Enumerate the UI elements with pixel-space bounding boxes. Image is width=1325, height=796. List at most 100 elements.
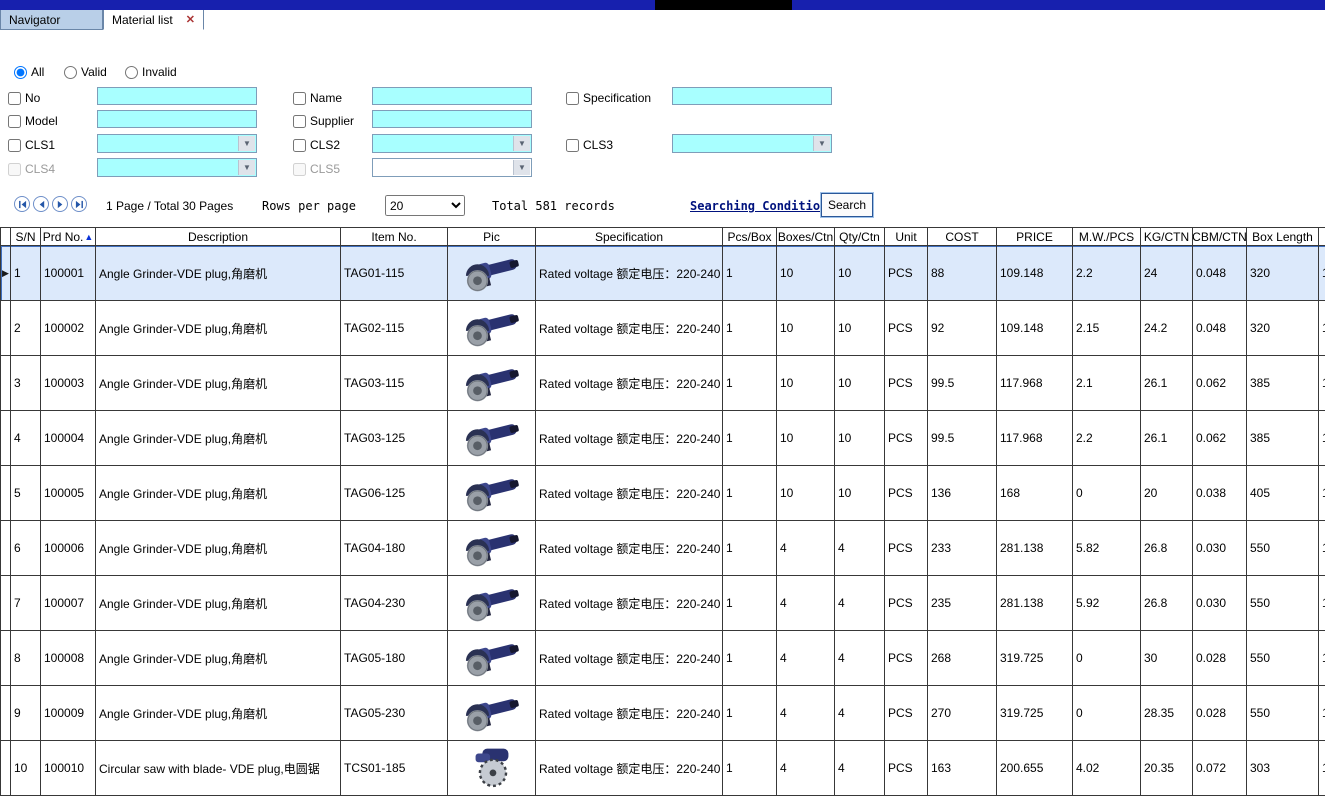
- radio-invalid[interactable]: Invalid: [125, 62, 177, 82]
- column-header-cbm_ctn[interactable]: CBM/CTN: [1193, 228, 1247, 246]
- last-page-button[interactable]: [71, 196, 87, 212]
- radio-all[interactable]: All: [14, 62, 44, 82]
- column-header-box_length[interactable]: Box Length: [1247, 228, 1319, 246]
- cell-description: Angle Grinder-VDE plug,角磨机: [96, 301, 341, 356]
- tab-material-list[interactable]: Material list ✕: [103, 10, 204, 30]
- cell-item_no: TAG04-230: [341, 576, 448, 631]
- radio-valid[interactable]: Valid: [64, 62, 107, 82]
- chevron-down-icon[interactable]: ▼: [238, 136, 255, 151]
- checkbox-cls4-input: [8, 163, 21, 176]
- rows-per-page-select[interactable]: 20: [385, 195, 465, 216]
- next-page-button[interactable]: [52, 196, 68, 212]
- row-selector: [1, 686, 11, 741]
- first-page-button[interactable]: [14, 196, 30, 212]
- table-row[interactable]: 6100006Angle Grinder-VDE plug,角磨机TAG04-1…: [1, 521, 1325, 576]
- column-header-unit[interactable]: Unit: [885, 228, 928, 246]
- checkbox-supplier[interactable]: Supplier: [293, 111, 354, 131]
- name-field[interactable]: [372, 87, 532, 105]
- next-page-icon: [56, 200, 65, 209]
- table-row[interactable]: 7100007Angle Grinder-VDE plug,角磨机TAG04-2…: [1, 576, 1325, 631]
- cls3-combobox[interactable]: ▼: [672, 134, 832, 153]
- specification-field[interactable]: [672, 87, 832, 105]
- column-header-specification[interactable]: Specification: [536, 228, 723, 246]
- previous-page-button[interactable]: [33, 196, 49, 212]
- no-field[interactable]: [97, 87, 257, 105]
- chevron-down-icon[interactable]: ▼: [513, 160, 530, 175]
- checkbox-specification[interactable]: Specification: [566, 88, 651, 108]
- cell-mw_pcs: 4.02: [1073, 741, 1141, 796]
- angle-grinder-image: [463, 581, 521, 625]
- checkbox-specification-input[interactable]: [566, 92, 579, 105]
- cell-qty_ctn: 4: [835, 521, 885, 576]
- checkbox-cls1-input[interactable]: [8, 139, 21, 152]
- column-header-cost[interactable]: COST: [928, 228, 997, 246]
- column-header-b[interactable]: B: [1319, 228, 1325, 246]
- checkbox-cls1[interactable]: CLS1: [8, 135, 55, 155]
- column-header-kg_ctn[interactable]: KG/CTN: [1141, 228, 1193, 246]
- table-row[interactable]: 10100010Circular saw with blade- VDE plu…: [1, 741, 1325, 796]
- cell-price: 319.725: [997, 631, 1073, 686]
- radio-valid-input[interactable]: [64, 66, 77, 79]
- cell-specification: Rated voltage 额定电压：220-240: [536, 576, 723, 631]
- checkbox-no-input[interactable]: [8, 92, 21, 105]
- cell-qty_ctn: 10: [835, 356, 885, 411]
- chevron-down-icon[interactable]: ▼: [238, 160, 255, 175]
- table-row[interactable]: ▶1100001Angle Grinder-VDE plug,角磨机TAG01-…: [1, 246, 1325, 301]
- column-header-mw_pcs[interactable]: M.W./PCS: [1073, 228, 1141, 246]
- checkbox-model[interactable]: Model: [8, 111, 58, 131]
- table-row[interactable]: 5100005Angle Grinder-VDE plug,角磨机TAG06-1…: [1, 466, 1325, 521]
- checkbox-name-input[interactable]: [293, 92, 306, 105]
- column-header-qty_ctn[interactable]: Qty/Ctn: [835, 228, 885, 246]
- column-header-price[interactable]: PRICE: [997, 228, 1073, 246]
- cell-prd_no: 100009: [41, 686, 96, 741]
- table-row[interactable]: 3100003Angle Grinder-VDE plug,角磨机TAG03-1…: [1, 356, 1325, 411]
- table-row[interactable]: 9100009Angle Grinder-VDE plug,角磨机TAG05-2…: [1, 686, 1325, 741]
- column-header-description[interactable]: Description: [96, 228, 341, 246]
- search-button[interactable]: Search: [821, 193, 873, 217]
- cell-boxes_ctn: 4: [777, 521, 835, 576]
- model-field[interactable]: [97, 110, 257, 128]
- checkbox-cls3-input[interactable]: [566, 139, 579, 152]
- checkbox-cls3[interactable]: CLS3: [566, 135, 613, 155]
- cell-description: Angle Grinder-VDE plug,角磨机: [96, 466, 341, 521]
- cell-kg_ctn: 26.8: [1141, 521, 1193, 576]
- column-header-sn[interactable]: S/N: [11, 228, 41, 246]
- column-header-prd_no[interactable]: Prd No.▲: [41, 228, 96, 246]
- cell-b: 1: [1319, 576, 1325, 631]
- cell-sn: 9: [11, 686, 41, 741]
- checkbox-model-input[interactable]: [8, 115, 21, 128]
- table-row[interactable]: 8100008Angle Grinder-VDE plug,角磨机TAG05-1…: [1, 631, 1325, 686]
- table-row[interactable]: 4100004Angle Grinder-VDE plug,角磨机TAG03-1…: [1, 411, 1325, 466]
- angle-grinder-image: [463, 306, 521, 350]
- searching-condition-link[interactable]: Searching Condition: [690, 199, 827, 213]
- checkbox-name[interactable]: Name: [293, 88, 342, 108]
- cls4-combobox[interactable]: ▼: [97, 158, 257, 177]
- table-row[interactable]: 2100002Angle Grinder-VDE plug,角磨机TAG02-1…: [1, 301, 1325, 356]
- table-header-row: S/NPrd No.▲DescriptionItem No.PicSpecifi…: [1, 228, 1325, 246]
- cell-mw_pcs: 5.92: [1073, 576, 1141, 631]
- angle-grinder-image: [463, 526, 521, 570]
- cell-boxes_ctn: 10: [777, 246, 835, 301]
- cell-unit: PCS: [885, 356, 928, 411]
- column-header-pcs_box[interactable]: Pcs/Box: [723, 228, 777, 246]
- radio-invalid-input[interactable]: [125, 66, 138, 79]
- cell-unit: PCS: [885, 246, 928, 301]
- checkbox-supplier-input[interactable]: [293, 115, 306, 128]
- checkbox-cls2-input[interactable]: [293, 139, 306, 152]
- cell-cbm_ctn: 0.028: [1193, 631, 1247, 686]
- cls2-combobox[interactable]: ▼: [372, 134, 532, 153]
- supplier-field[interactable]: [372, 110, 532, 128]
- column-header-boxes_ctn[interactable]: Boxes/Ctn: [777, 228, 835, 246]
- close-tab-icon[interactable]: ✕: [176, 13, 195, 26]
- chevron-down-icon[interactable]: ▼: [513, 136, 530, 151]
- checkbox-no[interactable]: No: [8, 88, 40, 108]
- checkbox-cls2[interactable]: CLS2: [293, 135, 340, 155]
- column-header-pic[interactable]: Pic: [448, 228, 536, 246]
- column-header-item_no[interactable]: Item No.: [341, 228, 448, 246]
- cls1-combobox[interactable]: ▼: [97, 134, 257, 153]
- cls5-combobox[interactable]: ▼: [372, 158, 532, 177]
- chevron-down-icon[interactable]: ▼: [813, 136, 830, 151]
- radio-all-input[interactable]: [14, 66, 27, 79]
- tab-navigator[interactable]: Navigator: [0, 10, 103, 30]
- checkbox-no-label: No: [25, 91, 40, 105]
